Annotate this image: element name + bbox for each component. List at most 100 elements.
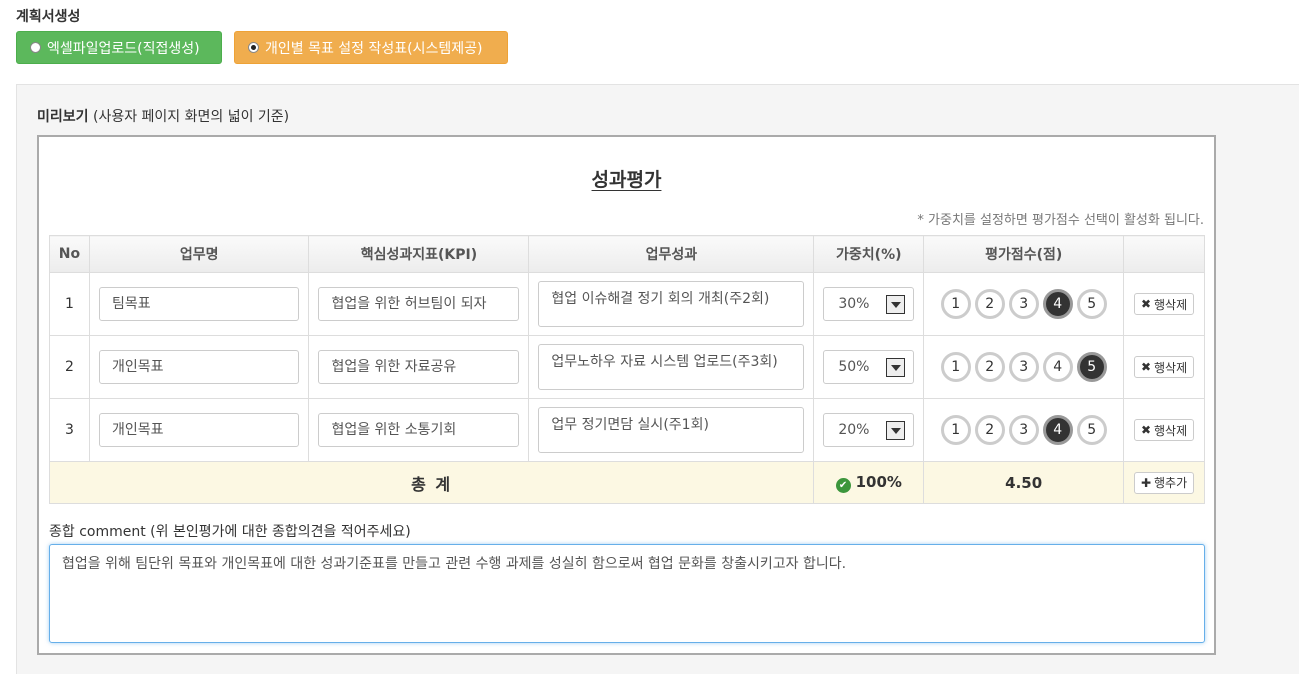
col-weight: 가중치(%) xyxy=(813,235,925,273)
score-option-3[interactable]: 3 xyxy=(1008,289,1039,319)
comment-textarea[interactable]: 협업을 위해 팀단위 목표와 개인목표에 대한 성과기준표를 만들고 관련 수행… xyxy=(49,544,1205,643)
check-circle-icon: ✔ xyxy=(835,477,851,493)
radio-checked-icon[interactable] xyxy=(248,42,259,53)
score-option-3[interactable]: 3 xyxy=(1008,415,1039,445)
weight-value: 30% xyxy=(838,296,870,312)
weight-cell: 50% xyxy=(813,335,925,399)
col-no: No xyxy=(49,235,90,273)
score-option-1[interactable]: 1 xyxy=(940,289,971,319)
comment-label: 종합 comment (위 본인평가에 대한 종합의견을 적어주세요) xyxy=(49,524,411,540)
score-options: 12345 xyxy=(925,352,1122,382)
result-cell: 업무 정기면담 실시(주1회) xyxy=(528,398,815,462)
col-actions xyxy=(1123,235,1205,273)
total-label: 총 계 xyxy=(48,461,815,504)
score-option-2[interactable]: 2 xyxy=(974,289,1005,319)
actions-cell: ✖ 행삭제 xyxy=(1123,335,1205,399)
score-option-1[interactable]: 1 xyxy=(940,352,971,382)
score-option-4[interactable]: 4 xyxy=(1042,352,1073,382)
kpi-cell: 협업을 위한 자료공유 xyxy=(308,335,530,399)
delete-row-label: 행삭제 xyxy=(1154,297,1188,312)
preview-frame: 성과평가 * 가중치를 설정하면 평가점수 선택이 활성화 됩니다. No 업무… xyxy=(37,135,1216,655)
close-icon: ✖ xyxy=(1140,297,1152,311)
score-cell: 12345 xyxy=(923,398,1125,462)
score-option-4[interactable]: 4 xyxy=(1042,289,1073,319)
table-row: 2 개인목표 협업을 위한 자료공유 업무노하우 자료 시스템 업로드(주3회)… xyxy=(49,335,1205,399)
weight-select[interactable]: 20% xyxy=(823,413,915,447)
system-form-mode-button[interactable]: 개인별 목표 설정 작성표(시스템제공) xyxy=(234,31,508,64)
task-cell: 개인목표 xyxy=(88,398,310,462)
chevron-down-icon[interactable] xyxy=(886,420,906,440)
preview-label: 미리보기 (사용자 페이지 화면의 넓이 기준) xyxy=(37,106,289,126)
score-option-3[interactable]: 3 xyxy=(1008,352,1039,382)
doc-title: 성과평가 xyxy=(39,165,1214,192)
score-option-1[interactable]: 1 xyxy=(940,415,971,445)
weight-select[interactable]: 50% xyxy=(823,350,915,384)
kpi-input[interactable]: 협업을 위한 자료공유 xyxy=(318,350,520,384)
table-row: 3 개인목표 협업을 위한 소통기회 업무 정기면담 실시(주1회) 20% 1… xyxy=(49,398,1205,462)
task-cell: 개인목표 xyxy=(88,335,310,399)
row-no: 3 xyxy=(49,398,90,462)
weight-select[interactable]: 30% xyxy=(823,287,915,321)
system-form-mode-label: 개인별 목표 설정 작성표(시스템제공) xyxy=(265,40,483,57)
total-weight: ✔ 100% xyxy=(813,461,925,504)
task-input[interactable]: 개인목표 xyxy=(98,413,300,447)
col-result: 업무성과 xyxy=(528,235,815,273)
result-textarea[interactable]: 업무 정기면담 실시(주1회) xyxy=(538,407,805,453)
total-actions: ✚ 행추가 xyxy=(1123,461,1205,504)
excel-upload-mode-button[interactable]: 엑셀파일업로드(직접생성) xyxy=(16,31,222,64)
score-option-2[interactable]: 2 xyxy=(974,415,1005,445)
close-icon: ✖ xyxy=(1140,423,1152,437)
table-header-row: No 업무명 핵심성과지표(KPI) 업무성과 가중치(%) 평가점수(점) xyxy=(49,235,1205,273)
col-score: 평가점수(점) xyxy=(923,235,1125,273)
score-option-5[interactable]: 5 xyxy=(1076,289,1107,319)
chevron-down-icon[interactable] xyxy=(886,294,906,314)
actions-cell: ✖ 행삭제 xyxy=(1123,272,1205,336)
score-cell: 12345 xyxy=(923,335,1125,399)
close-icon: ✖ xyxy=(1140,360,1152,374)
delete-row-label: 행삭제 xyxy=(1154,423,1188,438)
score-option-5[interactable]: 5 xyxy=(1076,352,1107,382)
kpi-cell: 협업을 위한 허브팀이 되자 xyxy=(308,272,530,336)
preview-panel: 미리보기 (사용자 페이지 화면의 넓이 기준) 성과평가 * 가중치를 설정하… xyxy=(16,84,1299,674)
kpi-input[interactable]: 협업을 위한 허브팀이 되자 xyxy=(318,287,520,321)
kpi-cell: 협업을 위한 소통기회 xyxy=(308,398,530,462)
result-cell: 업무노하우 자료 시스템 업로드(주3회) xyxy=(528,335,815,399)
total-score: 4.50 xyxy=(923,461,1125,504)
score-cell: 12345 xyxy=(923,272,1125,336)
score-options: 12345 xyxy=(925,289,1122,319)
add-row-button[interactable]: ✚ 행추가 xyxy=(1133,471,1195,494)
doc-title-text: 성과평가 xyxy=(591,169,662,191)
total-row: 총 계 ✔ 100% 4.50 ✚ 행추가 xyxy=(48,461,1205,504)
kpi-input[interactable]: 협업을 위한 소통기회 xyxy=(318,413,520,447)
task-input[interactable]: 개인목표 xyxy=(98,350,300,384)
score-option-4[interactable]: 4 xyxy=(1042,415,1073,445)
col-kpi: 핵심성과지표(KPI) xyxy=(308,235,530,273)
add-row-label: 행추가 xyxy=(1154,476,1188,490)
delete-row-button[interactable]: ✖ 행삭제 xyxy=(1133,356,1195,378)
score-option-5[interactable]: 5 xyxy=(1076,415,1107,445)
preview-label-bold: 미리보기 xyxy=(37,109,89,125)
preview-label-rest: (사용자 페이지 화면의 넓이 기준) xyxy=(88,109,290,125)
score-option-2[interactable]: 2 xyxy=(974,352,1005,382)
result-textarea[interactable]: 협업 이슈해결 정기 회의 개최(주2회) xyxy=(538,281,805,327)
delete-row-button[interactable]: ✖ 행삭제 xyxy=(1133,293,1195,315)
weight-cell: 30% xyxy=(813,272,925,336)
col-task: 업무명 xyxy=(88,235,310,273)
result-cell: 협업 이슈해결 정기 회의 개최(주2회) xyxy=(528,272,815,336)
weight-value: 50% xyxy=(838,359,870,375)
table-row: 1 팀목표 협업을 위한 허브팀이 되자 협업 이슈해결 정기 회의 개최(주2… xyxy=(49,272,1205,336)
row-no: 2 xyxy=(49,335,90,399)
result-textarea[interactable]: 업무노하우 자료 시스템 업로드(주3회) xyxy=(538,344,805,390)
task-cell: 팀목표 xyxy=(88,272,310,336)
radio-icon[interactable] xyxy=(30,42,41,53)
weight-value: 20% xyxy=(838,422,870,438)
total-weight-value: 100% xyxy=(855,472,902,491)
weight-hint: * 가중치를 설정하면 평가점수 선택이 활성화 됩니다. xyxy=(917,213,1204,228)
actions-cell: ✖ 행삭제 xyxy=(1123,398,1205,462)
page-title: 계획서생성 xyxy=(16,9,81,25)
delete-row-button[interactable]: ✖ 행삭제 xyxy=(1133,419,1195,441)
weight-cell: 20% xyxy=(813,398,925,462)
task-input[interactable]: 팀목표 xyxy=(98,287,300,321)
chevron-down-icon[interactable] xyxy=(886,357,906,377)
row-no: 1 xyxy=(49,272,90,336)
